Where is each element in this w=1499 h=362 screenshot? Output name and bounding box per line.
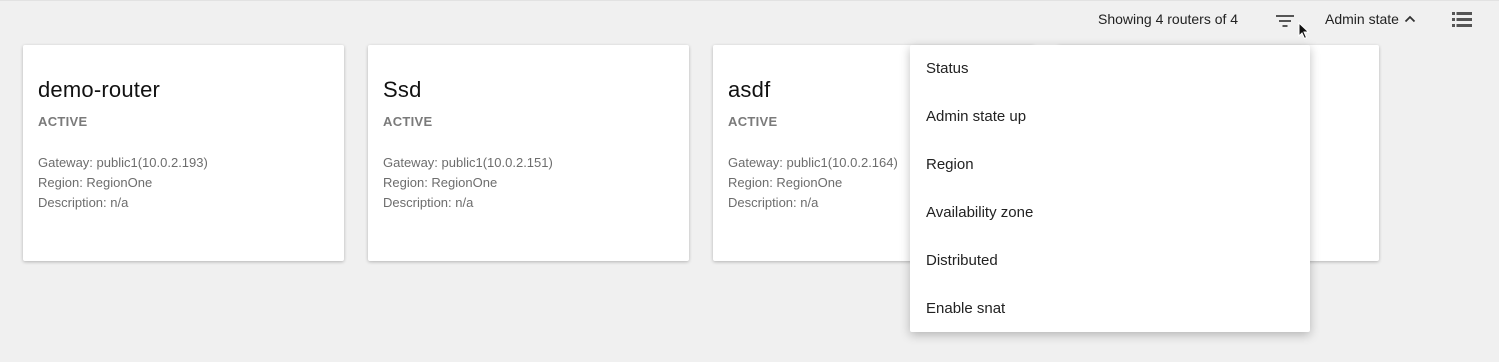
router-gateway: Gateway: public1(10.0.2.164) [728, 155, 898, 170]
sort-option-availability-zone[interactable]: Availability zone [910, 189, 1310, 237]
sort-dropdown-button[interactable]: Admin state [1325, 11, 1416, 27]
sort-option-label: Region [926, 156, 974, 173]
sort-option-label: Enable snat [926, 300, 1006, 317]
sort-option-label: Admin state up [926, 108, 1027, 125]
sort-label: Admin state [1325, 11, 1399, 27]
sort-option-region[interactable]: Region [910, 141, 1310, 189]
router-gateway: Gateway: public1(10.0.2.193) [38, 155, 208, 170]
router-description: Description: n/a [38, 195, 129, 210]
filter-icon [1276, 15, 1294, 27]
router-status: ACTIVE [38, 114, 88, 129]
router-name: asdf [728, 77, 771, 102]
router-name: demo-router [38, 77, 161, 102]
sort-option-status[interactable]: Status [910, 45, 1310, 93]
list-view-button[interactable] [1452, 11, 1474, 29]
router-gateway: Gateway: public1(10.0.2.151) [383, 155, 553, 170]
router-description: Description: n/a [383, 195, 474, 210]
filter-button[interactable] [1272, 10, 1298, 32]
sort-dropdown-menu: Status Admin state up Region Availabilit… [910, 45, 1310, 332]
sort-option-enable-snat[interactable]: Enable snat [910, 285, 1310, 333]
sort-option-label: Status [926, 60, 969, 77]
router-card[interactable]: Ssd ACTIVE Gateway: public1(10.0.2.151) … [368, 45, 689, 261]
list-view-icon [1452, 12, 1472, 27]
sort-option-label: Distributed [926, 252, 998, 269]
sort-option-admin-state-up[interactable]: Admin state up [910, 93, 1310, 141]
router-name: Ssd [383, 77, 422, 102]
router-status: ACTIVE [728, 114, 778, 129]
toolbar: Showing 4 routers of 4 Admin state [0, 0, 1499, 40]
router-count-text: Showing 4 routers of 4 [1098, 11, 1239, 27]
router-status: ACTIVE [383, 114, 433, 129]
mouse-cursor-icon [1298, 22, 1310, 40]
chevron-up-icon [1404, 15, 1416, 23]
router-card[interactable]: demo-router ACTIVE Gateway: public1(10.0… [23, 45, 344, 261]
router-region: Region: RegionOne [383, 175, 498, 190]
router-region: Region: RegionOne [728, 175, 843, 190]
sort-option-distributed[interactable]: Distributed [910, 237, 1310, 285]
sort-option-label: Availability zone [926, 204, 1034, 221]
router-region: Region: RegionOne [38, 175, 153, 190]
router-description: Description: n/a [728, 195, 819, 210]
